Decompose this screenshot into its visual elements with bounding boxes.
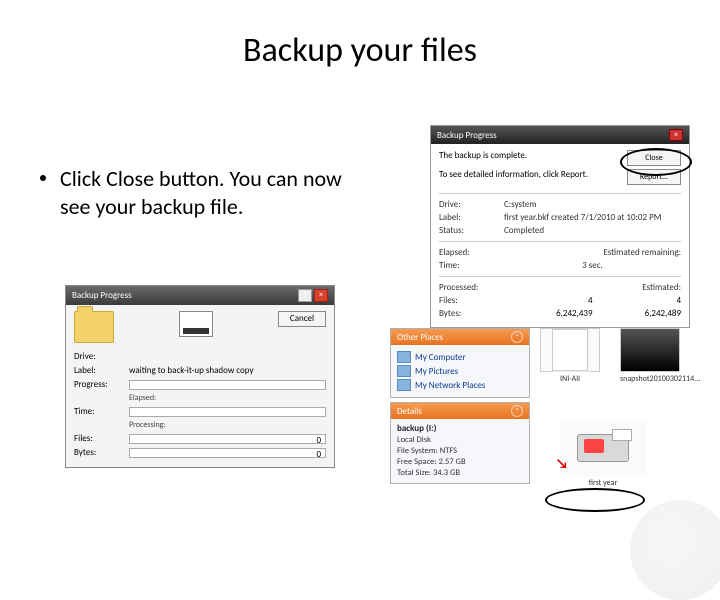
- sidebar-item-label: My Network Places: [415, 380, 485, 391]
- computer-icon: [397, 351, 411, 363]
- other-places-panel: Other Places ˄ My Computer My Pictures My…: [390, 328, 530, 398]
- bytes-label: Bytes:: [439, 308, 504, 319]
- thumbnail-label: first year: [560, 478, 646, 488]
- sidebar-item-my-computer[interactable]: My Computer: [397, 351, 523, 363]
- thumbnail-label: snapshot20100302114...: [620, 374, 680, 384]
- label-label: Label:: [439, 212, 504, 223]
- sidebar-item-label: My Pictures: [415, 366, 458, 377]
- arrow-icon: ↘: [556, 455, 568, 472]
- elapsed-header: Elapsed:: [439, 247, 470, 258]
- bytes-estimated: 6,242,489: [593, 308, 682, 319]
- detail-report-text: To see detailed information, click Repor…: [439, 169, 627, 180]
- thumbnail-label: INI-All: [540, 374, 600, 384]
- details-line: File System: NTFS: [397, 446, 523, 456]
- document-icon: [540, 328, 600, 372]
- chevron-up-icon[interactable]: ˄: [511, 331, 523, 343]
- sidebar-item-my-pictures[interactable]: My Pictures: [397, 365, 523, 377]
- backup-complete-text: The backup is complete.: [439, 150, 627, 161]
- bytes-processed: 6,242,439: [504, 308, 593, 319]
- progress-label: Progress:: [74, 379, 129, 390]
- label-label: Label:: [74, 365, 129, 376]
- close-icon[interactable]: ×: [314, 289, 328, 302]
- slide-title: Backup your files: [0, 30, 720, 71]
- time-label: Time:: [439, 260, 504, 271]
- timebar: [129, 407, 326, 417]
- pictures-icon: [397, 365, 411, 377]
- progressbar: [129, 380, 326, 390]
- explorer-sidebar: Other Places ˄ My Computer My Pictures My…: [390, 328, 530, 488]
- details-line: Local Disk: [397, 435, 523, 445]
- image-icon: [620, 328, 680, 372]
- sidebar-item-label: My Computer: [415, 352, 466, 363]
- bytes-label: Bytes:: [74, 447, 129, 458]
- files-estimated: 4: [593, 295, 682, 306]
- dialog-titlebar[interactable]: Backup Progress ? ×: [66, 286, 334, 305]
- dialog-titlebar[interactable]: Backup Progress ×: [431, 126, 689, 144]
- bytes-value: 0: [129, 448, 326, 458]
- report-button[interactable]: Report...: [627, 169, 681, 185]
- label-value: waiting to back-it-up shadow copy: [129, 365, 254, 376]
- close-button[interactable]: Close: [627, 150, 681, 166]
- details-title: backup (I:): [397, 423, 523, 434]
- label-value: first year.bkf created 7/1/2010 at 10:02…: [504, 212, 681, 223]
- decorative-sphere-icon: [630, 500, 720, 600]
- sidebar-item-my-network-places[interactable]: My Network Places: [397, 379, 523, 391]
- drive-icon: [179, 311, 213, 337]
- estimated-header: Estimated:: [642, 282, 681, 293]
- details-line: Free Space: 2.57 GB: [397, 457, 523, 467]
- chevron-up-icon[interactable]: ˄: [511, 405, 523, 417]
- elapsed-label: Elapsed:: [129, 393, 156, 403]
- files-value: 0: [129, 434, 326, 444]
- dialog-title-text: Backup Progress: [437, 130, 497, 141]
- cancel-button[interactable]: Cancel: [278, 311, 326, 327]
- backup-progress-running-dialog: Backup Progress ? × Cancel Drive: Label:…: [65, 285, 335, 468]
- panel-heading[interactable]: Details ˄: [391, 403, 529, 419]
- bullet-text: Click Close button. You can now see your…: [60, 165, 370, 220]
- network-icon: [397, 379, 411, 391]
- processing-label: Processing:: [129, 420, 166, 430]
- file-thumbnail[interactable]: snapshot20100302114...: [620, 328, 680, 384]
- files-label: Files:: [439, 295, 504, 306]
- backup-file-icon: ↘: [560, 420, 646, 476]
- panel-heading-text: Other Places: [397, 332, 443, 343]
- folder-icon: [74, 311, 114, 343]
- dialog-title-text: Backup Progress: [72, 290, 132, 301]
- bullet-dot-icon: [40, 175, 46, 181]
- status-value: Completed: [504, 225, 681, 236]
- files-processed: 4: [504, 295, 593, 306]
- bullet-item: Click Close button. You can now see your…: [60, 165, 370, 220]
- status-label: Status:: [439, 225, 504, 236]
- time-label: Time:: [74, 406, 129, 417]
- details-panel: Details ˄ backup (I:) Local Disk File Sys…: [390, 402, 530, 484]
- panel-heading[interactable]: Other Places ˄: [391, 329, 529, 345]
- close-icon[interactable]: ×: [669, 129, 683, 141]
- backup-progress-complete-dialog: Backup Progress × The backup is complete…: [430, 125, 690, 328]
- processed-header: Processed:: [439, 282, 478, 293]
- remaining-header: Estimated remaining:: [603, 247, 681, 258]
- panel-heading-text: Details: [397, 406, 422, 417]
- help-icon[interactable]: ?: [298, 289, 312, 302]
- time-value: 3 sec.: [504, 260, 681, 271]
- drive-value: C:system: [504, 199, 681, 210]
- files-label: Files:: [74, 433, 129, 444]
- file-thumbnail[interactable]: INI-All: [540, 328, 600, 384]
- details-line: Total Size: 34.3 GB: [397, 468, 523, 478]
- drive-label: Drive:: [74, 351, 129, 362]
- file-thumbnail-backup[interactable]: ↘ first year: [560, 420, 646, 488]
- drive-label: Drive:: [439, 199, 504, 210]
